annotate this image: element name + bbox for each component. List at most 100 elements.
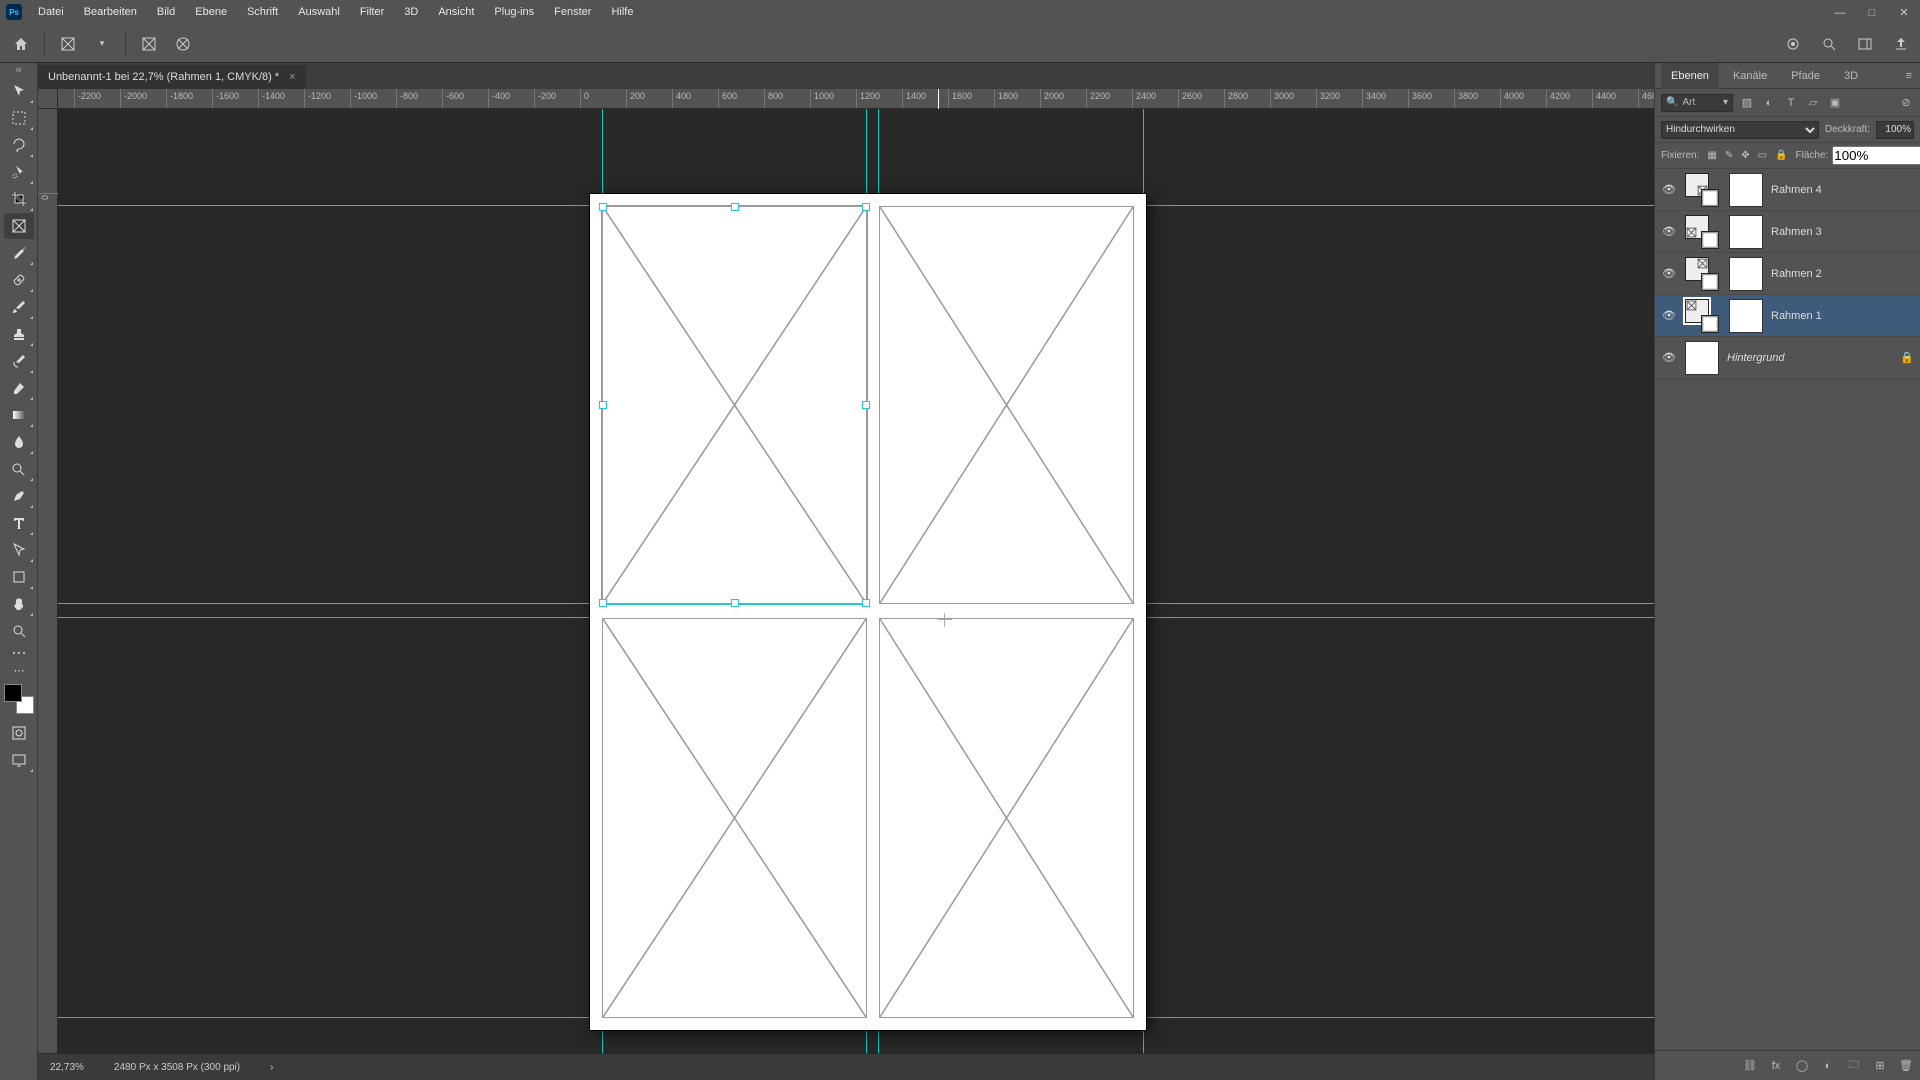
- lock-artboard-icon[interactable]: ▭: [1758, 150, 1767, 161]
- tool-blur[interactable]: [4, 429, 34, 455]
- layer-rahmen-2[interactable]: 👁 Rahmen 2: [1655, 253, 1920, 295]
- layer-mask-thumbnail[interactable]: [1729, 215, 1763, 249]
- tool-pen[interactable]: [4, 483, 34, 509]
- layer-name[interactable]: Rahmen 3: [1771, 226, 1822, 238]
- mask-icon[interactable]: ◯: [1794, 1059, 1810, 1072]
- layer-thumbnail[interactable]: [1685, 257, 1719, 291]
- menu-schrift[interactable]: Schrift: [237, 0, 288, 25]
- layer-mask-thumbnail[interactable]: [1729, 299, 1763, 333]
- layer-rahmen-4[interactable]: 👁 Rahmen 4: [1655, 169, 1920, 211]
- layer-name[interactable]: Rahmen 1: [1771, 310, 1822, 322]
- layer-name[interactable]: Rahmen 2: [1771, 268, 1822, 280]
- filter-type-icon[interactable]: T: [1783, 95, 1799, 111]
- tool-quick-select[interactable]: [4, 159, 34, 185]
- layer-visibility-icon[interactable]: 👁: [1661, 351, 1677, 364]
- tool-history-brush[interactable]: [4, 348, 34, 374]
- layer-name[interactable]: Rahmen 4: [1771, 184, 1822, 196]
- tool-marquee[interactable]: [4, 105, 34, 131]
- foreground-color-swatch[interactable]: [4, 684, 22, 702]
- share-icon[interactable]: [1890, 33, 1912, 55]
- menu-fenster[interactable]: Fenster: [544, 0, 601, 25]
- tool-shape[interactable]: [4, 564, 34, 590]
- ruler-horizontal[interactable]: -2200-2000-1800-1600-1400-1200-1000-800-…: [58, 89, 1654, 109]
- tool-screen-mode[interactable]: [4, 747, 34, 773]
- filter-adjust-icon[interactable]: ◐: [1761, 95, 1777, 111]
- tool-gradient[interactable]: [4, 402, 34, 428]
- tool-zoom[interactable]: [4, 618, 34, 644]
- menu-bearbeiten[interactable]: Bearbeiten: [74, 0, 147, 25]
- layer-name[interactable]: Hintergrund: [1727, 352, 1784, 364]
- status-doc-info[interactable]: 2480 Px x 3508 Px (300 ppi): [114, 1062, 240, 1073]
- frame-ellipse-icon[interactable]: [172, 33, 194, 55]
- panel-menu-icon[interactable]: ≡: [1898, 70, 1920, 82]
- layer-filter-type[interactable]: 🔍Art▾: [1661, 94, 1733, 112]
- menu-hilfe[interactable]: Hilfe: [601, 0, 643, 25]
- panel-tab-layers[interactable]: Ebenen: [1661, 63, 1719, 89]
- workspace-icon[interactable]: [1854, 33, 1876, 55]
- color-swatches[interactable]: [4, 684, 34, 714]
- menu-bild[interactable]: Bild: [147, 0, 185, 25]
- lock-pixels-icon[interactable]: ▦: [1707, 150, 1716, 161]
- layer-visibility-icon[interactable]: 👁: [1661, 267, 1677, 280]
- frame-options-dropdown[interactable]: ▾: [91, 33, 113, 55]
- tool-hand[interactable]: [4, 591, 34, 617]
- lock-brush-icon[interactable]: ✎: [1725, 150, 1733, 161]
- new-layer-icon[interactable]: ⊞: [1872, 1059, 1888, 1072]
- tool-panel-collapse[interactable]: «: [0, 63, 37, 77]
- layer-thumbnail[interactable]: [1685, 299, 1719, 333]
- blend-mode-select[interactable]: Hindurchwirken: [1661, 121, 1819, 139]
- canvas-stage[interactable]: [58, 109, 1654, 1053]
- window-close-button[interactable]: ✕: [1888, 0, 1920, 25]
- tool-dodge[interactable]: [4, 456, 34, 482]
- menu-3d[interactable]: 3D: [394, 0, 428, 25]
- adjustment-icon[interactable]: ◐: [1820, 1060, 1836, 1072]
- window-minimize-button[interactable]: —: [1824, 0, 1856, 25]
- layer-visibility-icon[interactable]: 👁: [1661, 183, 1677, 196]
- frame-tool-icon[interactable]: [57, 33, 79, 55]
- tool-brush[interactable]: [4, 294, 34, 320]
- ruler-origin[interactable]: [38, 89, 58, 109]
- tool-edit-toolbar[interactable]: ⋯: [4, 662, 34, 678]
- layer-mask-thumbnail[interactable]: [1729, 257, 1763, 291]
- cloud-docs-icon[interactable]: [1782, 33, 1804, 55]
- menu-plugins[interactable]: Plug-ins: [484, 0, 544, 25]
- layer-thumbnail[interactable]: [1685, 215, 1719, 249]
- menu-datei[interactable]: Datei: [28, 0, 74, 25]
- tool-eyedropper[interactable]: [4, 240, 34, 266]
- tool-path-select[interactable]: [4, 537, 34, 563]
- fx-icon[interactable]: fx: [1768, 1060, 1784, 1072]
- group-icon[interactable]: 🗀: [1846, 1056, 1862, 1075]
- tool-ellipsis[interactable]: [4, 645, 34, 661]
- tool-lasso[interactable]: [4, 132, 34, 158]
- artboard[interactable]: [590, 194, 1146, 1030]
- search-icon[interactable]: [1818, 33, 1840, 55]
- filter-shape-icon[interactable]: ▱: [1805, 95, 1821, 111]
- layer-visibility-icon[interactable]: 👁: [1661, 225, 1677, 238]
- frame-4[interactable]: [879, 618, 1134, 1018]
- frame-1[interactable]: [602, 206, 867, 604]
- window-maximize-button[interactable]: □: [1856, 0, 1888, 25]
- panel-tab-paths[interactable]: Pfade: [1781, 63, 1830, 89]
- menu-ansicht[interactable]: Ansicht: [428, 0, 484, 25]
- tool-eraser[interactable]: [4, 375, 34, 401]
- frame-2[interactable]: [879, 206, 1134, 604]
- panel-tab-3d[interactable]: 3D: [1834, 63, 1868, 89]
- lock-icon[interactable]: 🔒: [1900, 351, 1914, 364]
- menu-ebene[interactable]: Ebene: [185, 0, 237, 25]
- layer-rahmen-3[interactable]: 👁 Rahmen 3: [1655, 211, 1920, 253]
- opacity-value[interactable]: [1876, 121, 1914, 139]
- tool-crop[interactable]: [4, 186, 34, 212]
- filter-pixel-icon[interactable]: ▧: [1739, 95, 1755, 111]
- frame-rect-icon[interactable]: [138, 33, 160, 55]
- link-layers-icon[interactable]: ⛓: [1742, 1059, 1758, 1072]
- layer-thumbnail[interactable]: [1685, 341, 1719, 375]
- frame-3[interactable]: [602, 618, 867, 1018]
- tool-frame[interactable]: [4, 213, 34, 239]
- layer-mask-thumbnail[interactable]: [1729, 173, 1763, 207]
- filter-smart-icon[interactable]: ▣: [1827, 95, 1843, 111]
- layer-rahmen-1[interactable]: 👁 Rahmen 1: [1655, 295, 1920, 337]
- status-zoom[interactable]: 22,73%: [50, 1062, 84, 1073]
- menu-auswahl[interactable]: Auswahl: [288, 0, 350, 25]
- filter-toggle-icon[interactable]: ⊘: [1898, 95, 1914, 111]
- tool-move[interactable]: [4, 78, 34, 104]
